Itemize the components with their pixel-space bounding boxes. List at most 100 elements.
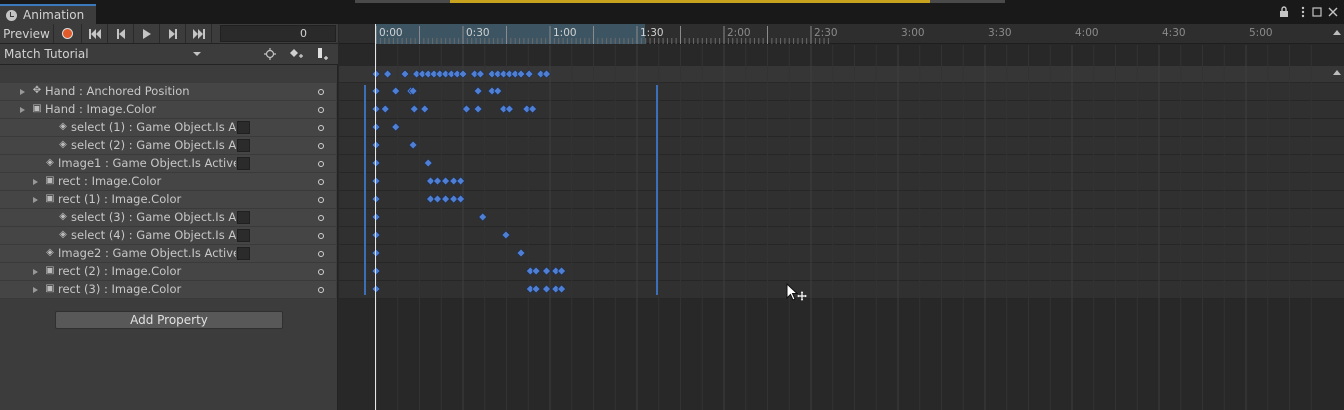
keyframe [380,104,390,114]
keyframe-toggle-icon[interactable] [318,89,324,95]
crosshair-icon [264,48,276,60]
skip-start-icon [88,28,101,39]
keyframe-toggle-icon[interactable] [318,179,324,185]
property-row[interactable]: ◈ Image1 : Game Object.Is Active [0,155,336,173]
first-keyframe-button[interactable] [82,24,108,43]
keyframe [493,86,503,96]
foldout-arrow-icon[interactable] [33,179,38,185]
close-icon[interactable] [1326,5,1340,19]
clip-name: Match Tutorial [4,47,89,61]
property-checkbox[interactable] [237,247,250,260]
property-checkbox[interactable] [237,229,250,242]
keyframe [423,158,433,168]
keyframe [371,284,381,294]
property-label: rect (2) : Image.Color [58,264,182,278]
clip-toolbar: Match Tutorial [0,44,338,65]
property-row[interactable]: ▣ rect (2) : Image.Color [0,263,336,281]
add-keyframe-button[interactable] [283,44,309,64]
tab-animation[interactable]: Animation [0,4,96,24]
property-row[interactable]: ✥ Hand : Anchored Position [0,83,336,101]
scroll-up-icon[interactable] [1333,30,1341,35]
maximize-icon[interactable] [1310,5,1324,19]
playhead[interactable] [375,24,376,410]
lock-icon[interactable] [1277,5,1291,19]
summary-keyframe [383,69,393,79]
keyframe-canvas[interactable] [339,24,1344,410]
property-row[interactable]: ▣ Hand : Image.Color [0,101,336,119]
add-event-button[interactable] [309,44,335,64]
property-label: Hand : Image.Color [45,102,157,116]
next-keyframe-button[interactable] [160,24,186,43]
foldout-arrow-icon[interactable] [20,89,25,95]
keyframe-toggle-icon[interactable] [318,269,324,275]
clip-start-marker[interactable] [364,85,366,295]
keyframe-toggle-icon[interactable] [318,197,324,203]
property-label: Image1 : Game Object.Is Active [58,156,236,170]
prev-keyframe-button[interactable] [108,24,134,43]
add-property-button[interactable]: Add Property [55,311,283,329]
keyframe [516,248,526,258]
property-row[interactable]: ◈ Image2 : Game Object.Is Active [0,245,336,263]
gameobject-icon: ◈ [59,211,67,222]
keyframe [420,104,430,114]
property-row[interactable]: ◈ select (3) : Game Object.Is Active [0,209,336,227]
property-checkbox[interactable] [237,139,250,152]
filter-by-selection-button[interactable] [257,44,283,64]
keyframe-toggle-icon[interactable] [318,125,324,131]
keyframe [371,230,381,240]
property-label: select (1) : Game Object.Is Active [71,120,236,134]
summary-keyframe [458,69,468,79]
keyframe [391,122,401,132]
summary-keyframe [371,69,381,79]
foldout-arrow-icon[interactable] [33,269,38,275]
play-button[interactable] [134,24,160,43]
keyframe-toggle-icon[interactable] [318,287,324,293]
foldout-arrow-icon[interactable] [20,107,25,113]
property-row[interactable]: ▣ rect (1) : Image.Color [0,191,336,209]
kebab-menu-icon[interactable] [1296,5,1310,19]
property-label: rect (3) : Image.Color [58,282,182,296]
dopesheet[interactable]: 0:00 0:30 1:00 1:30 2:00 2:30 3:00 3:30 4:00 4:30… [339,24,1344,410]
mouse-cursor-icon [786,283,807,301]
property-checkbox[interactable] [237,121,250,134]
add-event-icon [318,48,328,60]
property-row[interactable]: ◈ select (4) : Game Object.Is Active [0,227,336,245]
record-button[interactable] [54,24,82,43]
foldout-arrow-icon[interactable] [33,287,38,293]
record-icon [62,28,73,39]
keyframe [371,194,381,204]
property-checkbox[interactable] [237,211,250,224]
property-row[interactable]: ◈ select (1) : Game Object.Is Active [0,119,336,137]
chevron-down-icon [193,52,201,56]
keyframe-toggle-icon[interactable] [318,107,324,113]
step-back-icon [116,28,125,39]
keyframe-toggle-icon[interactable] [318,251,324,257]
property-label: select (2) : Game Object.Is Active [71,138,236,152]
keyframe-toggle-icon[interactable] [318,215,324,221]
keyframe [557,284,567,294]
keyframe [441,194,451,204]
preview-button[interactable]: Preview [0,24,54,43]
gameobject-icon: ◈ [46,157,54,168]
property-checkbox[interactable] [237,157,250,170]
property-label: Image2 : Game Object.Is Active [58,246,236,260]
scroll-up-icon[interactable] [1333,70,1341,75]
property-row[interactable]: ▣ rect : Image.Color [0,173,336,191]
summary-keyframe [475,69,485,79]
clip-dropdown[interactable]: Match Tutorial [0,44,208,64]
keyframe-toggle-icon[interactable] [318,161,324,167]
frame-input[interactable]: 0 [220,25,336,42]
property-row[interactable]: ◈ select (2) : Game Object.Is Active [0,137,336,155]
tab-bar [0,0,1344,24]
property-row[interactable]: ▣ rect (3) : Image.Color [0,281,336,299]
gameobject-icon: ◈ [59,139,67,150]
keyframe [409,104,419,114]
keyframe [531,266,541,276]
keyframe [391,86,401,96]
property-label: Hand : Anchored Position [45,84,190,98]
last-keyframe-button[interactable] [186,24,212,43]
keyframe-toggle-icon[interactable] [318,143,324,149]
keyframe-toggle-icon[interactable] [318,233,324,239]
foldout-arrow-icon[interactable] [33,197,38,203]
clip-end-marker[interactable] [656,85,658,295]
